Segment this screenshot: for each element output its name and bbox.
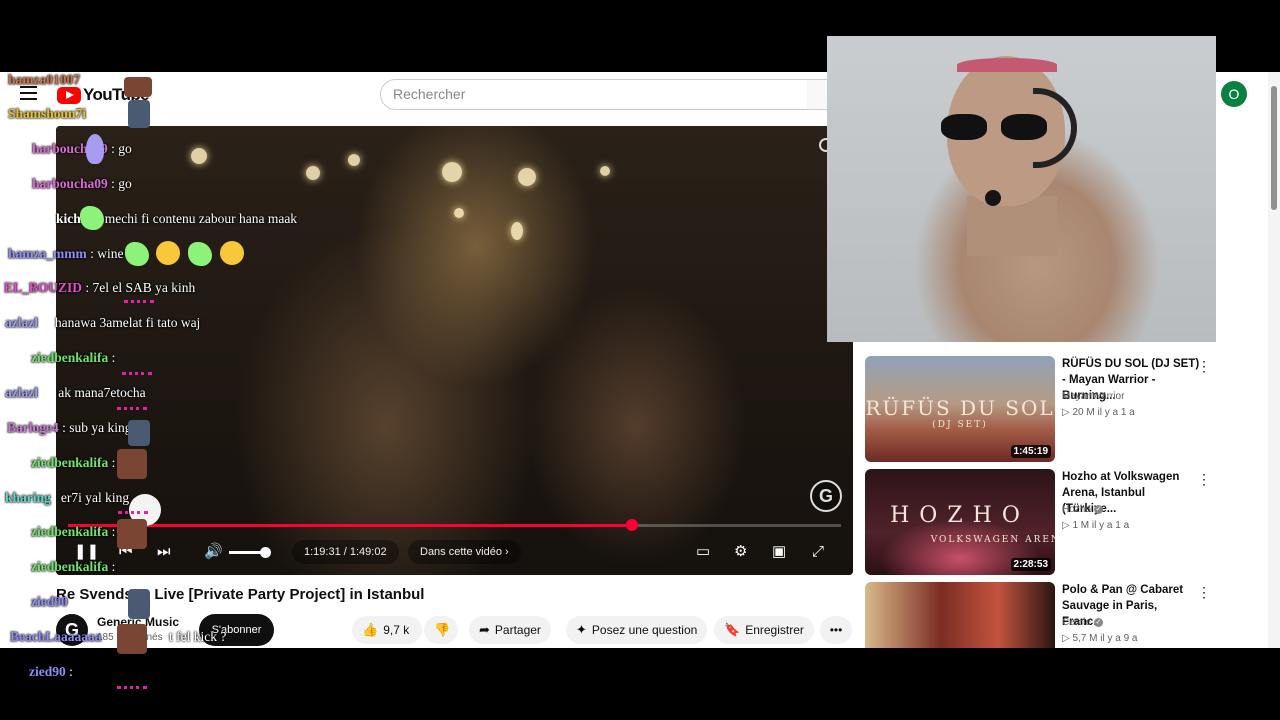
account-avatar[interactable]: O xyxy=(1221,81,1247,107)
chat-message: zied90 : xyxy=(29,664,73,680)
screen: YouTube Rechercher O G ❚❚ ⏮ ⏭ 🔊 1:19:31 … xyxy=(0,0,1280,720)
volume-icon[interactable]: 🔊 xyxy=(204,542,223,562)
headband xyxy=(957,58,1057,72)
webcam-overlay xyxy=(827,36,1216,342)
ask-button[interactable]: ✦ Posez une question xyxy=(566,616,708,644)
more-actions-button[interactable]: ••• xyxy=(820,616,852,644)
channel-label: Hozho xyxy=(1062,504,1091,515)
thumbs-up-icon: 👍 xyxy=(362,622,379,637)
time-display: 1:19:31 / 1:49:02 xyxy=(292,540,399,564)
chat-text: : xyxy=(69,664,73,679)
save-label: Enregistrer xyxy=(745,623,804,637)
recommendation-item[interactable]: RÜFÜS DU SOL (DJ SET) 1:45:19 RÜFÜS DU S… xyxy=(865,356,1225,462)
bookmark-icon: 🔖 xyxy=(724,622,741,637)
page-scrollbar[interactable] xyxy=(1268,72,1280,648)
duration-badge: 1:45:19 xyxy=(1010,445,1051,458)
like-count: 9,7 k xyxy=(383,623,410,637)
bokeh-light xyxy=(600,166,610,176)
thumbs-down-icon: 👎 xyxy=(434,622,451,637)
logo-text: YouTube xyxy=(83,85,150,104)
recommendation-meta: ▷ 20 M il y a 1 a xyxy=(1062,407,1135,418)
dislike-button[interactable]: 👎 xyxy=(424,616,458,644)
search-input[interactable]: Rechercher xyxy=(380,79,808,110)
share-button[interactable]: ➦ Partager xyxy=(469,616,551,644)
verified-icon: ✓ xyxy=(1093,504,1103,514)
fullscreen-icon[interactable]: ⤢ xyxy=(812,542,824,562)
bokeh-light xyxy=(511,222,523,240)
recommendation-channel[interactable]: MayanWarrior xyxy=(1062,391,1124,402)
recommendation-channel[interactable]: Hozho ✓ xyxy=(1062,504,1103,515)
settings-gear-icon[interactable]: ⚙ xyxy=(734,542,747,562)
bokeh-light xyxy=(518,168,536,186)
bokeh-light xyxy=(306,166,320,180)
recommendation-meta: ▷ 1 M il y a 1 a xyxy=(1062,520,1130,531)
share-label: Partager xyxy=(494,623,541,637)
recommendation-thumbnail[interactable]: RÜFÜS DU SOL (DJ SET) 1:45:19 xyxy=(865,356,1055,462)
channel-avatar[interactable]: G xyxy=(56,614,88,646)
recommendation-thumbnail[interactable]: HOZHO VOLKSWAGEN ARENA 2:28:53 xyxy=(865,469,1055,575)
bokeh-light xyxy=(191,148,207,164)
video-frame xyxy=(56,126,853,575)
channel-watermark-icon[interactable]: G xyxy=(810,480,842,512)
more-vert-icon[interactable]: ⋮ xyxy=(1197,584,1211,601)
player-controls: ❚❚ ⏮ ⏭ 🔊 1:19:31 / 1:49:02 Dans cette vi… xyxy=(56,534,853,570)
youtube-play-icon xyxy=(57,86,81,104)
channel-name[interactable]: Generic Music xyxy=(97,615,179,629)
pause-icon[interactable]: ❚❚ xyxy=(74,542,99,562)
menu-icon[interactable] xyxy=(20,86,37,100)
scrollbar-thumb[interactable] xyxy=(1271,86,1277,210)
headset-mic xyxy=(985,190,1001,206)
more-vert-icon[interactable]: ⋮ xyxy=(1197,358,1211,375)
bokeh-light xyxy=(442,162,462,182)
previous-icon[interactable]: ⏮ xyxy=(119,542,133,562)
thumbnail-subtitle: (DJ SET) xyxy=(932,420,988,430)
recommendation-thumbnail[interactable] xyxy=(865,582,1055,648)
bokeh-light xyxy=(454,208,464,218)
like-button[interactable]: 👍 9,7 k xyxy=(352,616,422,644)
share-icon: ➦ xyxy=(479,622,490,637)
progress-fill xyxy=(68,524,632,527)
recommendation-meta: ▷ 5,7 M il y a 9 a xyxy=(1062,633,1138,644)
recommendation-channel[interactable]: Cercle ✓ xyxy=(1062,617,1103,628)
save-button[interactable]: 🔖 Enregistrer xyxy=(714,616,814,644)
chapter-button[interactable]: Dans cette vidéo › xyxy=(408,540,521,564)
duration-badge: 2:28:53 xyxy=(1010,558,1051,571)
emote-image xyxy=(117,686,147,689)
progress-scrubber[interactable] xyxy=(625,519,638,531)
recommendation-item[interactable]: HOZHO VOLKSWAGEN ARENA 2:28:53 Hozho at … xyxy=(865,469,1225,575)
channel-subscribers: 185 k abonnés xyxy=(97,632,163,643)
chapter-label: Dans cette vidéo xyxy=(420,546,502,558)
verified-icon: ✓ xyxy=(1093,617,1103,627)
bokeh-light xyxy=(348,154,360,166)
thumbnail-title: RÜFÜS DU SOL xyxy=(865,396,1055,420)
subscribe-button[interactable]: S'abonner xyxy=(199,614,274,646)
next-icon[interactable]: ⏭ xyxy=(157,542,171,562)
video-title: Re Svendsen Live [Private Party Project]… xyxy=(56,586,425,603)
video-player[interactable]: G ❚❚ ⏮ ⏭ 🔊 1:19:31 / 1:49:02 Dans cette … xyxy=(56,126,853,575)
subtitles-icon[interactable]: ▭ xyxy=(696,542,710,562)
thumbnail-title: HOZHO xyxy=(890,503,1030,528)
progress-bar[interactable] xyxy=(68,519,841,531)
miniplayer-icon[interactable]: ▣ xyxy=(772,542,786,562)
sparkle-icon: ✦ xyxy=(576,622,587,637)
volume-knob[interactable] xyxy=(260,547,271,558)
recommendation-item[interactable]: Polo & Pan @ Cabaret Sauvage in Paris, F… xyxy=(865,582,1225,648)
youtube-logo[interactable]: YouTube xyxy=(57,85,150,105)
more-vert-icon[interactable]: ⋮ xyxy=(1197,471,1211,488)
headset xyxy=(1033,88,1077,168)
thumbnail-subtitle: VOLKSWAGEN ARENA xyxy=(930,535,1055,545)
ask-label: Posez une question xyxy=(591,623,698,637)
chat-username: zied90 xyxy=(29,664,66,679)
channel-label: Cercle xyxy=(1062,617,1091,628)
